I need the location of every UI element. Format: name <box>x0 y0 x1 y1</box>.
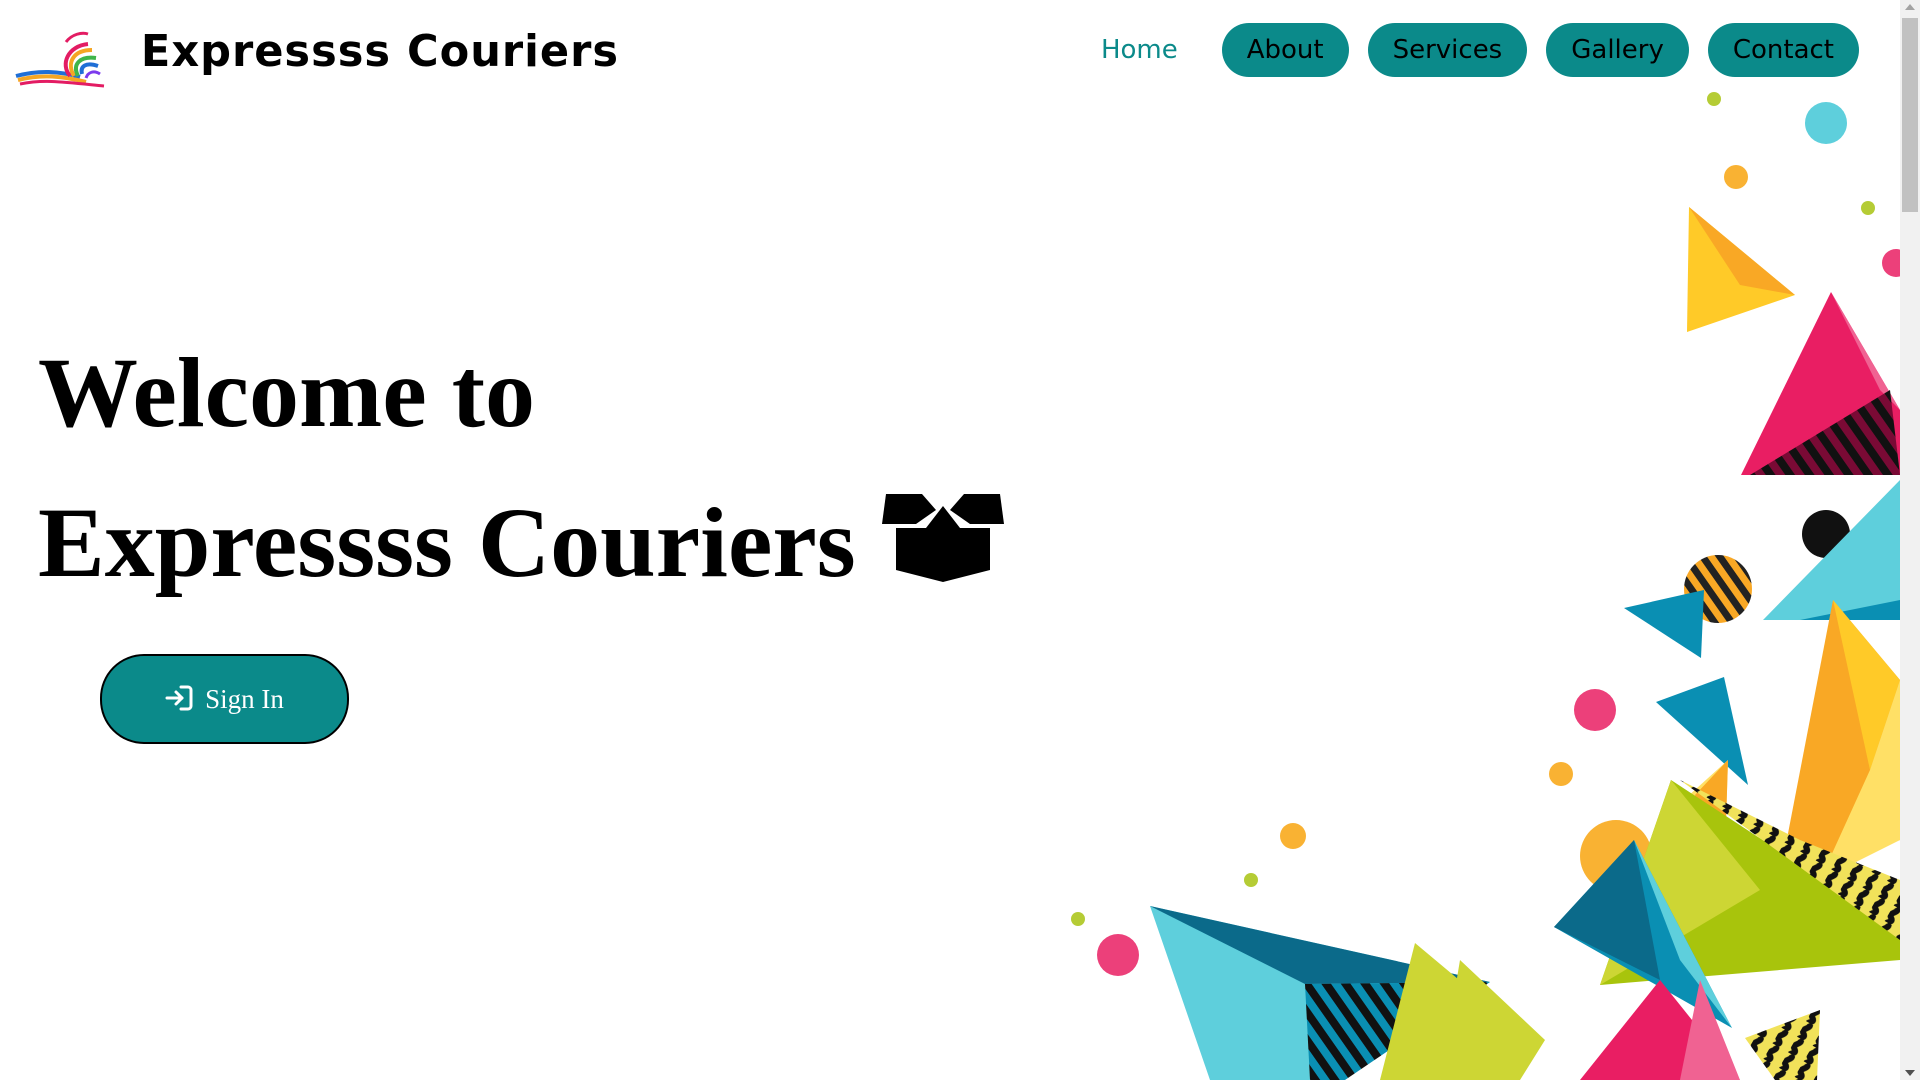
hero-title: Welcome to Expressss Couriers <box>38 318 1004 618</box>
nav-gallery[interactable]: Gallery <box>1546 23 1689 77</box>
nav-services[interactable]: Services <box>1367 23 1528 77</box>
scroll-thumb[interactable] <box>1902 18 1918 212</box>
main-nav: Home About Services Gallery Contact <box>1082 23 1859 77</box>
hero-line-1: Welcome to <box>38 337 536 448</box>
geometric-decoration <box>1071 92 1900 1080</box>
brand-name: Expressss Couriers <box>140 25 620 77</box>
vertical-scrollbar[interactable] <box>1900 0 1920 1080</box>
hero-line-2-text: Expressss Couriers <box>38 487 856 598</box>
box-open-icon <box>881 494 1004 582</box>
nav-home[interactable]: Home <box>1101 23 1203 77</box>
sign-in-label: Sign In <box>205 683 284 714</box>
scroll-up-arrow-icon[interactable] <box>1905 4 1915 10</box>
nav-contact[interactable]: Contact <box>1707 23 1859 77</box>
swoosh-logo-icon <box>15 31 105 88</box>
hero-line-2: Expressss Couriers <box>38 468 1004 618</box>
nav-about[interactable]: About <box>1221 23 1349 77</box>
sign-in-icon <box>165 685 193 710</box>
sign-in-button[interactable]: Sign In <box>100 654 349 744</box>
scroll-down-arrow-icon[interactable] <box>1905 1070 1915 1076</box>
page: Expressss Couriers Home About Services G… <box>0 0 1920 1080</box>
brand[interactable]: Expressss Couriers <box>14 24 624 98</box>
